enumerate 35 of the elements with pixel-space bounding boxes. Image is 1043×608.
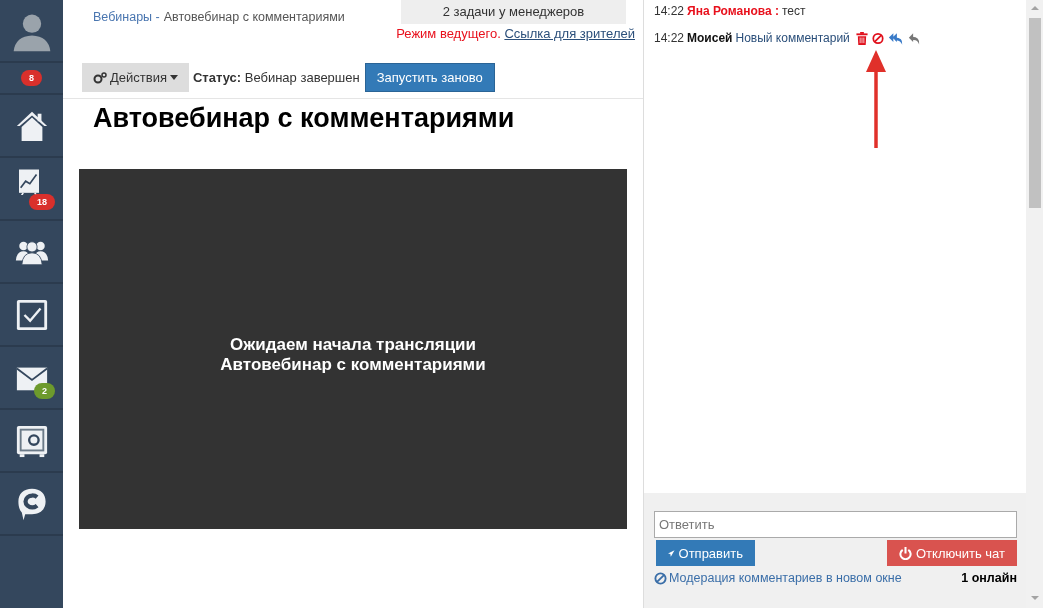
actions-button[interactable]: Действия [82, 63, 189, 92]
block-icon[interactable] [871, 31, 884, 45]
message-time: 14:22 [654, 4, 685, 18]
message-time: 14:22 [654, 31, 685, 45]
message-author: Яна Романова : [687, 4, 779, 18]
caret-icon [169, 75, 178, 80]
power-icon [899, 546, 912, 560]
status-text: Статус: Вебинар завершен [192, 70, 360, 85]
reply-field[interactable]: Ответить [654, 511, 1017, 538]
reply-icon[interactable] [907, 31, 920, 45]
online-count: 1 онлайн [961, 571, 1017, 585]
count-badge: 8 [21, 70, 42, 86]
scrollbar[interactable] [1026, 0, 1043, 608]
breadcrumb-current: Автовебинар с комментариями [163, 10, 345, 24]
page-title: Автовебинар с комментариями [93, 103, 516, 135]
gears-icon [93, 71, 107, 84]
viewers-link[interactable]: Ссылка для зрителей [504, 26, 635, 41]
message-text: Новый комментарий [735, 31, 850, 45]
safe-icon[interactable] [14, 423, 49, 458]
disable-chat-button[interactable]: Отключить чат [887, 540, 1017, 566]
moderation-link[interactable]: Модерация комментариев в новом окне [654, 571, 902, 585]
count-badge: 2 [34, 383, 55, 399]
send-button[interactable]: Отправить [656, 540, 755, 566]
count-badge: 18 [29, 194, 55, 210]
player-message: Ожидаем начала трансляции Автовебинар с комментариями [220, 335, 486, 375]
message-author: Моисей [687, 31, 733, 45]
restart-button[interactable]: Запустить заново [364, 63, 495, 92]
breadcrumb-link[interactable]: Вебинары - [93, 10, 160, 24]
block-icon [654, 571, 667, 585]
reply-all-icon[interactable] [887, 31, 904, 45]
tasks-notice: 2 задачи у менеджеров [401, 0, 626, 24]
trash-icon[interactable] [855, 31, 868, 45]
message-text: тест [782, 4, 806, 18]
host-mode-label: Режим ведущего. [396, 26, 501, 41]
checkbox-icon[interactable] [14, 297, 49, 332]
